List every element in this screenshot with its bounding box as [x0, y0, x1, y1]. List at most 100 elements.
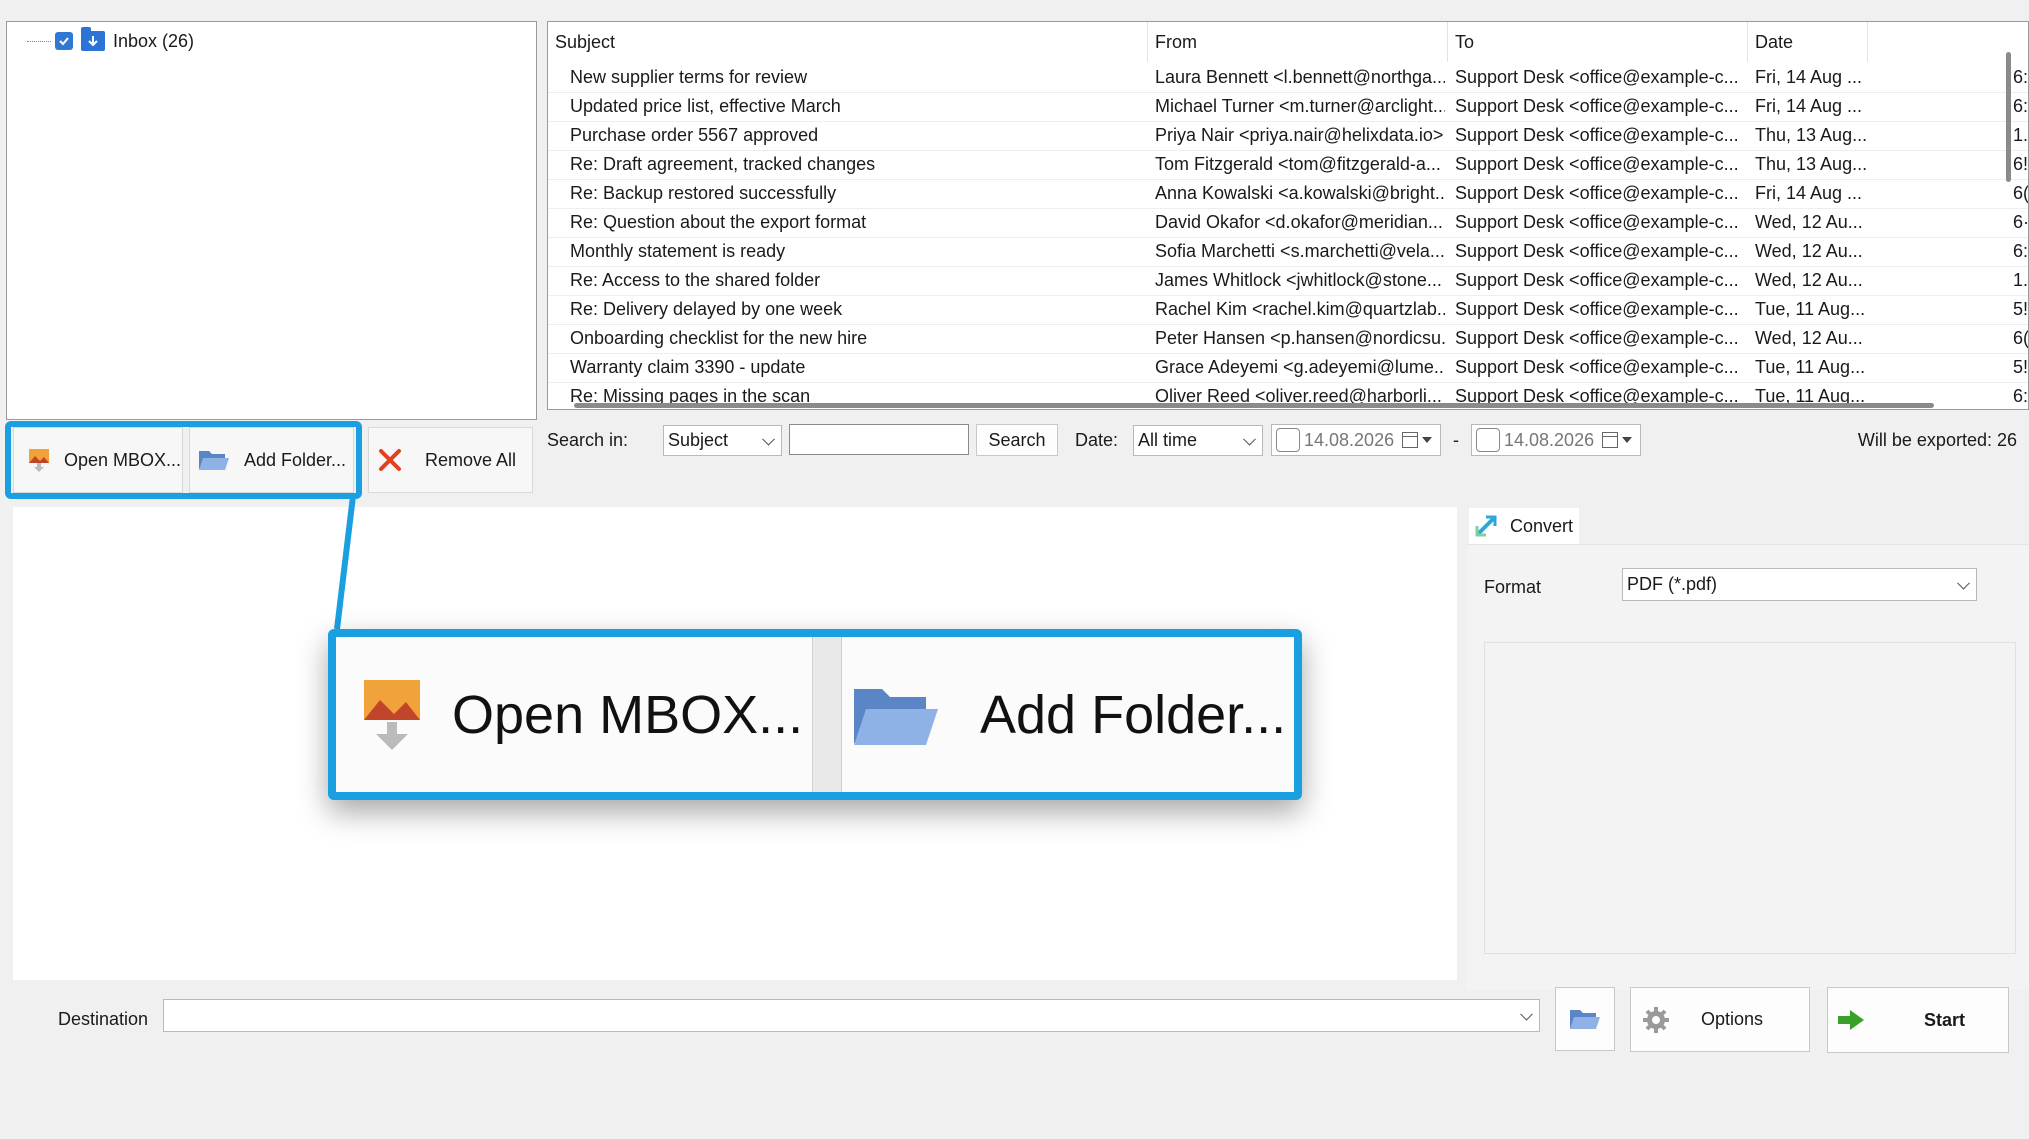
start-arrow-icon	[1838, 1010, 1864, 1030]
table-row[interactable]: Purchase order 5567 approved Priya Nair <…	[548, 121, 2029, 151]
cell-date: Wed, 12 Au...	[1755, 212, 1863, 232]
horizontal-scrollbar[interactable]	[574, 403, 1934, 408]
start-button[interactable]: Start	[1827, 987, 2009, 1053]
column-header-subject[interactable]: Subject	[548, 22, 1148, 62]
column-header-date[interactable]: Date	[1748, 22, 1868, 62]
cell-subject: Re: Draft agreement, tracked changes	[570, 154, 876, 174]
cell-subject: Re: Question about the export format	[570, 212, 867, 232]
date-label: Date:	[1075, 430, 1119, 450]
cell-from: Rachel Kim <rachel.kim@quartzlab...	[1155, 299, 1445, 319]
calendar-icon	[1602, 432, 1619, 448]
cell-size: 1.:	[2013, 125, 2029, 145]
cell-date: Wed, 12 Au...	[1755, 270, 1863, 290]
tree-item-label: Inbox (26)	[113, 30, 195, 51]
cell-from: James Whitlock <jwhitlock@stone...	[1155, 270, 1442, 290]
date-to-checkbox[interactable]	[1476, 428, 1500, 452]
table-row[interactable]: New supplier terms for review Laura Benne…	[548, 63, 2028, 93]
remove-all-label: Remove All	[425, 449, 517, 470]
inbox-folder-icon	[81, 27, 105, 51]
cell-size: 6·	[2013, 212, 2029, 232]
cell-to: Support Desk <office@example-c...	[1455, 357, 1739, 377]
cell-subject: Purchase order 5567 approved	[570, 125, 819, 145]
chevron-down-icon	[762, 432, 775, 446]
cell-date: Wed, 12 Au...	[1755, 241, 1863, 261]
tab-convert-label: Convert	[1510, 515, 1574, 536]
cell-to: Support Desk <office@example-c...	[1455, 125, 1739, 145]
cell-date: Wed, 12 Au...	[1755, 328, 1863, 348]
date-to-value: 14.08.2026	[1504, 429, 1595, 450]
cell-date: Thu, 13 Aug...	[1755, 154, 1867, 174]
table-row[interactable]: Monthly statement is ready Sofia Marchett…	[548, 237, 2028, 267]
search-button[interactable]: Search	[976, 424, 1058, 456]
search-in-label: Search in:	[547, 430, 629, 450]
chevron-down-icon	[1957, 576, 1970, 590]
cell-subject: Warranty claim 3390 - update	[570, 357, 806, 377]
date-range-select[interactable]: All time	[1133, 425, 1263, 456]
chevron-down-icon	[1243, 432, 1256, 446]
table-row[interactable]: Re: Draft agreement, tracked changes Tom …	[548, 150, 2029, 180]
cell-date: Thu, 13 Aug...	[1755, 125, 1867, 145]
cell-to: Support Desk <office@example-c...	[1455, 96, 1739, 116]
remove-all-button[interactable]: Remove All	[368, 427, 533, 493]
column-header-size[interactable]	[1868, 22, 2028, 62]
open-folder-icon	[854, 688, 938, 745]
remove-x-icon	[379, 449, 401, 471]
format-value: PDF (*.pdf)	[1627, 574, 1718, 594]
dropdown-arrow-icon	[1622, 437, 1633, 443]
format-options-area	[1484, 642, 2016, 954]
column-header-to[interactable]: To	[1448, 22, 1748, 62]
search-field-select[interactable]: Subject	[663, 425, 782, 456]
tree-connector-line	[27, 40, 51, 42]
cell-subject: Updated price list, effective March	[570, 96, 841, 116]
cell-subject: New supplier terms for review	[570, 67, 808, 87]
zoomed-open-mbox-button: Open MBOX...	[336, 637, 812, 792]
cell-subject: Re: Access to the shared folder	[570, 270, 821, 290]
column-header-from[interactable]: From	[1148, 22, 1448, 62]
table-row[interactable]: Re: Backup restored successfully Anna Kow…	[548, 179, 2028, 209]
table-row[interactable]: Re: Access to the shared folder James Whi…	[548, 266, 2029, 296]
destination-input[interactable]	[163, 999, 1540, 1032]
cell-date: Fri, 14 Aug ...	[1755, 183, 1863, 203]
cell-to: Support Desk <office@example-c...	[1455, 154, 1739, 174]
mbox-file-icon	[364, 679, 420, 750]
format-select[interactable]: PDF (*.pdf)	[1622, 568, 1977, 601]
calendar-icon	[1402, 432, 1419, 448]
toolbar-highlight-frame	[5, 421, 362, 499]
search-input[interactable]	[789, 424, 969, 455]
browse-folder-button[interactable]	[1555, 987, 1615, 1051]
cell-to: Support Desk <office@example-c...	[1455, 67, 1739, 87]
start-label: Start	[1924, 1009, 1966, 1030]
tab-convert[interactable]: Convert	[1469, 508, 1579, 544]
cell-from: Michael Turner <m.turner@arclight...	[1155, 96, 1445, 116]
cell-subject: Monthly statement is ready	[570, 241, 786, 261]
search-field-value: Subject	[668, 430, 729, 450]
table-row[interactable]: Re: Delivery delayed by one week Rachel K…	[548, 295, 2028, 325]
table-row[interactable]: Onboarding checklist for the new hire Pet…	[548, 324, 2029, 354]
cell-date: Fri, 14 Aug ...	[1755, 96, 1863, 116]
tree-item-inbox[interactable]: Inbox (26)	[27, 27, 195, 54]
cell-to: Support Desk <office@example-c...	[1455, 183, 1739, 203]
cell-to: Support Desk <office@example-c...	[1455, 241, 1739, 261]
cell-size: 1.:	[2013, 270, 2029, 290]
cell-to: Support Desk <office@example-c...	[1455, 299, 1739, 319]
date-from-checkbox[interactable]	[1276, 428, 1300, 452]
cell-from: Anna Kowalski <a.kowalski@bright...	[1155, 183, 1445, 203]
date-to-picker[interactable]: 14.08.2026	[1471, 424, 1641, 456]
vertical-scrollbar[interactable]	[2006, 52, 2011, 182]
zoomed-add-folder-button: Add Folder...	[842, 637, 1294, 792]
table-row[interactable]: Re: Question about the export format Davi…	[548, 208, 2029, 238]
checkbox-checked-icon[interactable]	[55, 32, 73, 50]
cell-subject: Onboarding checklist for the new hire	[570, 328, 868, 348]
cell-to: Support Desk <office@example-c...	[1455, 270, 1739, 290]
cell-size: 6(	[2013, 328, 2029, 348]
cell-date: Tue, 11 Aug...	[1755, 299, 1866, 319]
cell-from: Sofia Marchetti <s.marchetti@vela...	[1155, 241, 1445, 261]
table-row[interactable]: Updated price list, effective March Micha…	[548, 92, 2028, 122]
cell-size: 6!	[2013, 154, 2029, 174]
cell-from: David Okafor <d.okafor@meridian...	[1155, 212, 1443, 232]
cell-from: Laura Bennett <l.bennett@northga...	[1155, 67, 1445, 87]
cell-from: Peter Hansen <p.hansen@nordicsu...	[1155, 328, 1445, 348]
table-row[interactable]: Warranty claim 3390 - update Grace Adeyem…	[548, 353, 2028, 383]
date-from-picker[interactable]: 14.08.2026	[1271, 424, 1441, 456]
options-button[interactable]: Options	[1630, 987, 1810, 1052]
